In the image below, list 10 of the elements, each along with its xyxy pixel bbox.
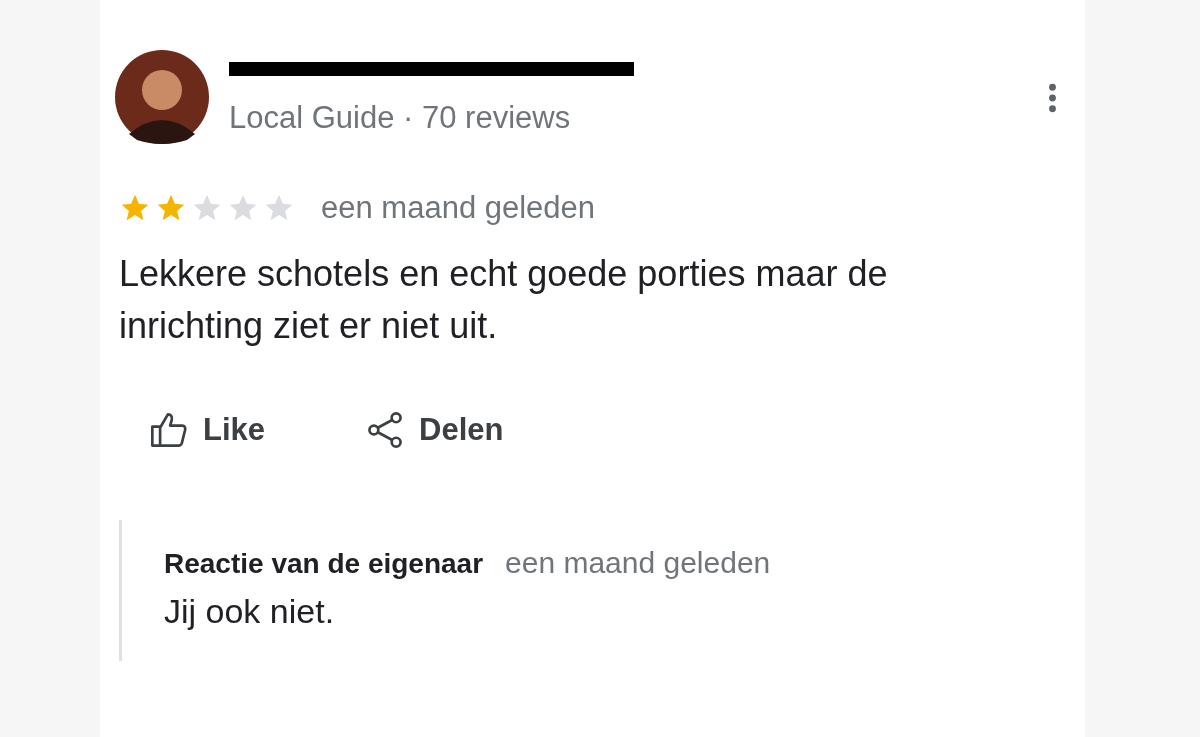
thumbs-up-icon [149, 410, 189, 450]
share-button[interactable]: Delen [365, 410, 504, 450]
reply-text: Jij ook niet. [164, 592, 336, 631]
reply-time: een maand geleden [505, 546, 771, 580]
review-text: Lekkere schotels en echt goede porties maar de inrichting ziet er niet uit. [119, 252, 889, 348]
reply-title: Reactie van de eigenaar [164, 548, 484, 580]
like-button[interactable]: Like [149, 410, 266, 450]
review-time: een maand geleden [321, 190, 596, 226]
more-icon[interactable] [1048, 83, 1057, 113]
reviewer-subtitle: Local Guide · 70 reviews [229, 100, 572, 136]
